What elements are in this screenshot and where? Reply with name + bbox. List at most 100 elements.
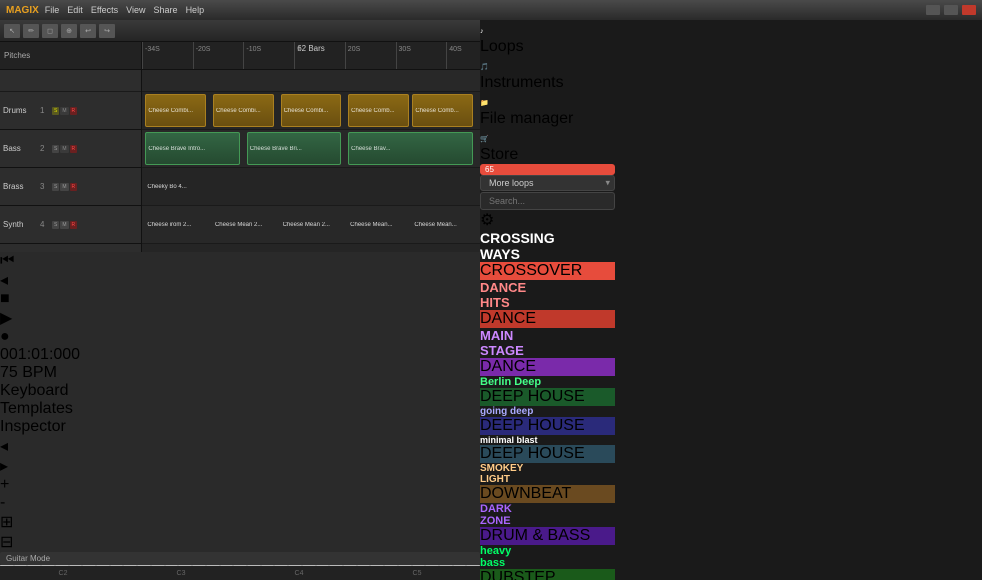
tool-pointer[interactable]: ↖	[4, 24, 20, 38]
cover-minimal-blast[interactable]: minimal blast DEEP HOUSE	[480, 435, 615, 463]
white-key[interactable]	[41, 565, 55, 566]
cover-dark-zone[interactable]: DARKZONE DRUM & BASS	[480, 503, 615, 545]
solo-btn-3[interactable]: S	[52, 183, 59, 191]
white-key[interactable]	[370, 565, 384, 566]
white-key[interactable]	[329, 565, 343, 566]
track-content-2[interactable]: Cheese Brave Intro... Cheese Brave Bri..…	[142, 130, 480, 168]
tab-inspector[interactable]: Inspector	[0, 418, 480, 436]
cover-smokey-light[interactable]: SMOKEYLIGHT DOWNBEAT	[480, 463, 615, 503]
solo-btn-1[interactable]: S	[52, 107, 59, 115]
piano-white-keys[interactable]: .wk { flex:1; background:linear-gradient…	[0, 565, 480, 566]
tab-store[interactable]: 🛒 Store	[480, 128, 615, 164]
menu-effects[interactable]: Effects	[91, 5, 118, 15]
white-key[interactable]	[384, 565, 398, 566]
back-btn[interactable]: ◂	[0, 270, 480, 290]
minimize-btn[interactable]	[926, 5, 940, 15]
cover-berlin-deep[interactable]: Berlin Deep DEEP HOUSE	[480, 376, 615, 406]
white-key[interactable]	[412, 565, 426, 566]
white-key[interactable]	[247, 565, 261, 566]
white-key[interactable]	[110, 565, 124, 566]
tab-file-manager[interactable]: 📁 File manager	[480, 92, 615, 128]
track-content-4[interactable]: Cheese irom 2... Cheese Mean 2... Cheese…	[142, 206, 480, 244]
search-input[interactable]	[480, 192, 615, 210]
track-content-3[interactable]: Cheeky Bo 4...	[142, 168, 480, 206]
rec-btn-1[interactable]: R	[70, 107, 78, 115]
cover-dance-hits[interactable]: DANCEHITS DANCE	[480, 280, 615, 328]
white-key[interactable]	[206, 565, 220, 566]
white-key[interactable]	[302, 565, 316, 566]
cover-main-stage[interactable]: MAINSTAGE DANCE	[480, 328, 615, 376]
cover-heavy-bass[interactable]: heavybass DUBSTEP	[480, 545, 615, 580]
piano-keys-area[interactable]: C2 .wk { flex:1; background:linear-gradi…	[0, 565, 480, 566]
close-btn[interactable]	[962, 5, 976, 15]
tool-draw[interactable]: ✏	[23, 24, 39, 38]
kb-btn-1[interactable]: ◂	[0, 436, 480, 456]
track-content-area[interactable]: 62 Bars -34S -20S -10S 1 20S 30S 40S	[142, 42, 480, 252]
rec-btn-3[interactable]: R	[70, 183, 78, 191]
white-key[interactable]	[14, 565, 28, 566]
white-key[interactable]	[55, 565, 69, 566]
white-key[interactable]	[192, 565, 206, 566]
stop-btn[interactable]: ■	[0, 290, 480, 308]
white-key[interactable]	[357, 565, 371, 566]
white-key[interactable]	[165, 565, 179, 566]
tool-erase[interactable]: ◻	[42, 24, 58, 38]
solo-btn-2[interactable]: S	[52, 145, 59, 153]
tab-instruments[interactable]: 🎵 Instruments	[480, 56, 615, 92]
kb-btn-6[interactable]: ⊟	[0, 532, 480, 552]
tab-loops[interactable]: ♪ Loops	[480, 20, 615, 56]
mute-btn-2[interactable]: M	[60, 145, 68, 153]
white-key[interactable]	[261, 565, 275, 566]
rewind-btn[interactable]: ⏮	[0, 252, 480, 270]
white-key[interactable]	[233, 565, 247, 566]
white-key[interactable]	[466, 565, 480, 566]
tool-zoom[interactable]: ⊕	[61, 24, 77, 38]
white-key[interactable]	[69, 565, 83, 566]
rec-btn-2[interactable]: R	[70, 145, 78, 153]
solo-btn-4[interactable]: S	[52, 221, 59, 229]
white-key[interactable]	[96, 565, 110, 566]
white-key[interactable]	[398, 565, 412, 566]
maximize-btn[interactable]	[944, 5, 958, 15]
white-key[interactable]	[343, 565, 357, 566]
tab-keyboard[interactable]: Keyboard	[0, 382, 480, 400]
menu-share[interactable]: Share	[154, 5, 178, 15]
mute-btn-3[interactable]: M	[60, 183, 68, 191]
white-key[interactable]	[220, 565, 234, 566]
track-content-5[interactable]: Cheese Single 2... Cheese Single 2... Ch…	[142, 244, 480, 252]
white-key[interactable]	[123, 565, 137, 566]
white-key[interactable]	[0, 565, 14, 566]
timeline-ruler[interactable]: 62 Bars -34S -20S -10S 1 20S 30S 40S	[142, 42, 480, 70]
loops-dropdown[interactable]: More loops ▾	[480, 175, 615, 191]
mute-btn-4[interactable]: M	[60, 221, 68, 229]
kb-btn-4[interactable]: -	[0, 494, 480, 512]
guitar-mode-label[interactable]: Guitar Mode	[0, 552, 480, 565]
record-btn[interactable]: ●	[0, 328, 480, 346]
track-content-1[interactable]: Cheese Combi... Cheese Combi... Cheese C…	[142, 92, 480, 130]
rec-btn-4[interactable]: R	[70, 221, 78, 229]
mute-btn-1[interactable]: M	[60, 107, 68, 115]
cover-going-deep[interactable]: going deep DEEP HOUSE	[480, 406, 615, 435]
tool-undo[interactable]: ↩	[80, 24, 96, 38]
white-key[interactable]	[82, 565, 96, 566]
cover-crossing-ways[interactable]: CROSSINGWAYS CROSSOVER	[480, 230, 615, 280]
white-key[interactable]	[137, 565, 151, 566]
white-key[interactable]	[316, 565, 330, 566]
menu-help[interactable]: Help	[186, 5, 205, 15]
menu-file[interactable]: File	[45, 5, 60, 15]
white-key[interactable]	[27, 565, 41, 566]
white-key[interactable]	[274, 565, 288, 566]
white-key[interactable]	[178, 565, 192, 566]
white-key[interactable]	[288, 565, 302, 566]
kb-btn-2[interactable]: ▸	[0, 456, 480, 476]
tab-templates[interactable]: Templates	[0, 400, 480, 418]
menu-view[interactable]: View	[126, 5, 145, 15]
white-key[interactable]	[453, 565, 467, 566]
tool-redo[interactable]: ↪	[99, 24, 115, 38]
kb-btn-5[interactable]: ⊞	[0, 512, 480, 532]
white-key[interactable]	[439, 565, 453, 566]
kb-btn-3[interactable]: +	[0, 476, 480, 494]
bpm-display[interactable]: 75 BPM	[0, 364, 480, 382]
menu-edit[interactable]: Edit	[67, 5, 83, 15]
white-key[interactable]	[425, 565, 439, 566]
